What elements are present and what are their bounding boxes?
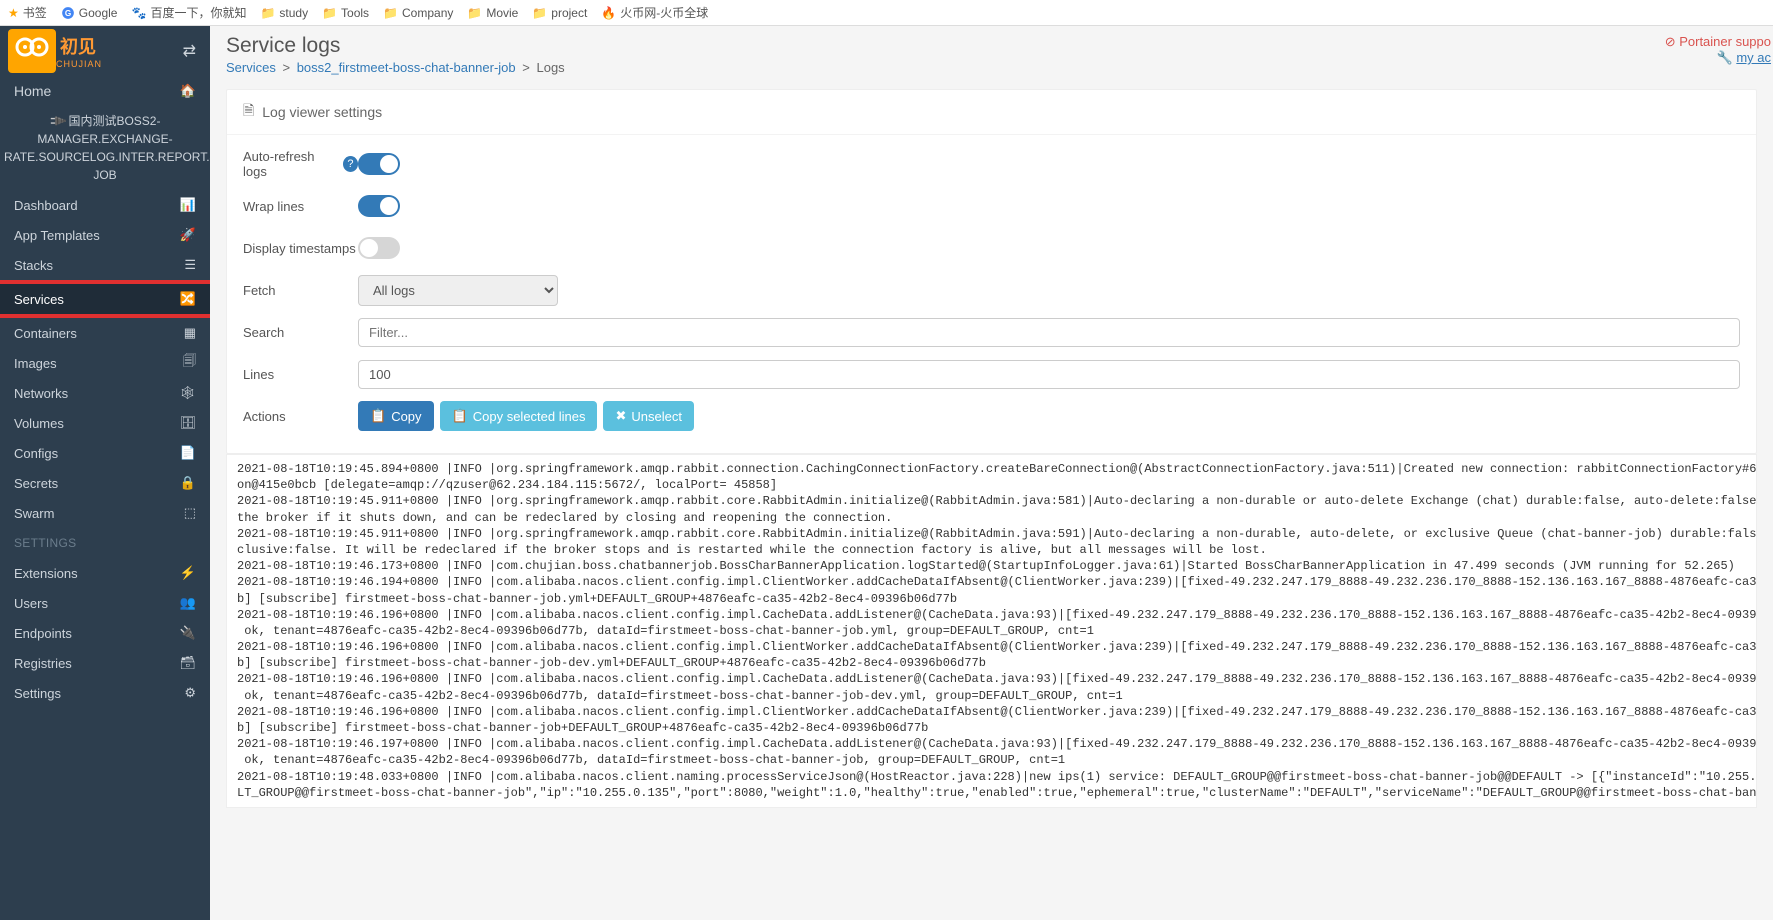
bolt-icon: ⚡ [180,565,196,581]
sidebar-item-extensions[interactable]: Extensions⚡ [0,558,210,588]
error-icon: ⊘ [1665,34,1676,49]
copy-icon: 📋 [452,408,468,424]
bookmark-item[interactable]: 📁study [260,6,308,20]
sidebar-item-app-templates[interactable]: App Templates🚀 [0,220,210,250]
search-input[interactable] [358,318,1740,347]
sidebar-item-users[interactable]: Users👥 [0,588,210,618]
copy-icon: 📋 [370,408,386,424]
fetch-label: Fetch [243,283,358,298]
portainer-support-link[interactable]: Portainer suppo [1679,34,1771,49]
bookmark-item[interactable]: ★书签 [8,4,47,21]
auto-refresh-toggle[interactable] [358,153,400,175]
logo-icon [8,29,56,73]
page-header: Service logs Services > boss2_firstmeet-… [210,26,1773,79]
sidebar-item-secrets[interactable]: Secrets🔒 [0,468,210,498]
panel-header: 🗎 Log viewer settings [227,90,1756,135]
bookmarks-bar: ★书签 G Google 🐾百度一下，你就知 📁study 📁Tools 📁Co… [0,0,1773,26]
copy-selected-button[interactable]: 📋Copy selected lines [440,401,598,431]
sidebar-item-registries[interactable]: Registries🗃 [0,648,210,678]
support-links: ⊘ Portainer suppo 🔧 my ac [1665,34,1771,66]
cogs-icon: ⚙ [184,685,196,701]
hdd-icon: 🗄 [179,415,196,431]
breadcrumb-services[interactable]: Services [226,60,276,75]
page-title: Service logs [226,34,1757,58]
list-icon: ☰ [184,257,196,273]
breadcrumb: Services > boss2_firstmeet-boss-chat-ban… [226,60,1757,75]
folder-icon: 📁 [260,6,275,20]
folder-icon: 📁 [383,6,398,20]
copy-button[interactable]: 📋Copy [358,401,434,431]
display-timestamps-label: Display timestamps [243,241,358,256]
sitemap-icon: 🕸 [179,385,196,401]
help-icon[interactable]: ? [343,156,358,172]
main-content: ⊘ Portainer suppo 🔧 my ac Service logs S… [210,26,1773,920]
sidebar-item-images[interactable]: Images🗐 [0,348,210,378]
bookmark-item[interactable]: 🐾百度一下，你就知 [131,4,246,21]
bookmark-item[interactable]: 📁Tools [322,6,369,20]
sidebar: 初见 CHUJIAN ⇄ Home 🏠 🔌国内测试BOSS2- MANAGER.… [0,26,210,920]
folder-icon: 📁 [467,6,482,20]
wrap-lines-toggle[interactable] [358,195,400,217]
shuffle-icon: 🔀 [180,291,196,307]
tachometer-icon: 📊 [180,197,196,213]
sidebar-item-containers[interactable]: Containers▦ [0,318,210,348]
display-timestamps-toggle[interactable] [358,237,400,259]
rocket-icon: 🚀 [180,227,196,243]
logo-text: 初见 [60,33,102,59]
actions-label: Actions [243,409,358,424]
sidebar-item-networks[interactable]: Networks🕸 [0,378,210,408]
sidebar-item-home[interactable]: Home 🏠 [0,76,210,106]
bookmark-item[interactable]: 📁Movie [467,6,518,20]
logo-subtext: CHUJIAN [56,59,102,69]
sidebar-item-endpoints[interactable]: Endpoints🔌 [0,618,210,648]
sidebar-collapse-icon[interactable]: ⇄ [183,41,196,61]
folder-icon: 📁 [532,6,547,20]
unselect-button[interactable]: ✖Unselect [603,401,693,431]
wrench-icon: 🔧 [1717,50,1733,65]
bookmark-item[interactable]: 📁Company [383,6,453,20]
document-icon: 🗎 [243,100,254,124]
star-icon: ★ [8,6,19,20]
sidebar-item-stacks[interactable]: Stacks☰ [0,250,210,280]
close-icon: ✖ [615,408,626,424]
breadcrumb-service-name[interactable]: boss2_firstmeet-boss-chat-banner-job [297,60,516,75]
plug-icon: 🔌 [180,625,196,641]
sidebar-item-dashboard[interactable]: Dashboard📊 [0,190,210,220]
object-group-icon: ⬚ [184,505,196,521]
users-icon: 👥 [180,595,196,611]
huobi-icon: 🔥 [601,6,616,20]
lines-label: Lines [243,367,358,382]
bookmark-item[interactable]: 📁project [532,6,587,20]
sidebar-settings-header: SETTINGS [0,528,210,558]
baidu-icon: 🐾 [131,6,146,20]
sidebar-environment[interactable]: 🔌国内测试BOSS2- MANAGER.EXCHANGE- RATE.SOURC… [0,106,210,190]
sidebar-item-settings[interactable]: Settings⚙ [0,678,210,708]
clone-icon: 🗐 [183,352,196,374]
lines-input[interactable] [358,360,1740,389]
lock-icon: 🔒 [180,475,196,491]
sidebar-item-configs[interactable]: Configs📄 [0,438,210,468]
sidebar-item-swarm[interactable]: Swarm⬚ [0,498,210,528]
home-icon: 🏠 [180,83,196,99]
wrap-lines-label: Wrap lines [243,199,358,214]
auto-refresh-label: Auto-refresh logs ? [243,149,358,179]
sidebar-item-services[interactable]: Services🔀 [0,284,210,314]
bookmark-item[interactable]: 🔥火币网-火币全球 [601,4,708,21]
log-viewer-settings-panel: 🗎 Log viewer settings Auto-refresh logs … [226,89,1757,454]
fetch-select[interactable]: All logs [358,275,558,306]
breadcrumb-logs: Logs [536,60,564,75]
svg-text:G: G [65,8,71,17]
logo-area[interactable]: 初见 CHUJIAN ⇄ [0,26,210,76]
search-label: Search [243,325,358,340]
log-viewer[interactable]: 2021-08-18T10:19:45.894+0800 |INFO |org.… [226,454,1757,808]
database-icon: 🗃 [179,655,196,671]
file-icon: 📄 [180,445,196,461]
sidebar-item-volumes[interactable]: Volumes🗄 [0,408,210,438]
boxes-icon: ▦ [184,325,196,341]
google-icon: G [61,6,75,20]
bookmark-item[interactable]: G Google [61,6,118,20]
folder-icon: 📁 [322,6,337,20]
my-account-link[interactable]: my ac [1736,50,1771,65]
